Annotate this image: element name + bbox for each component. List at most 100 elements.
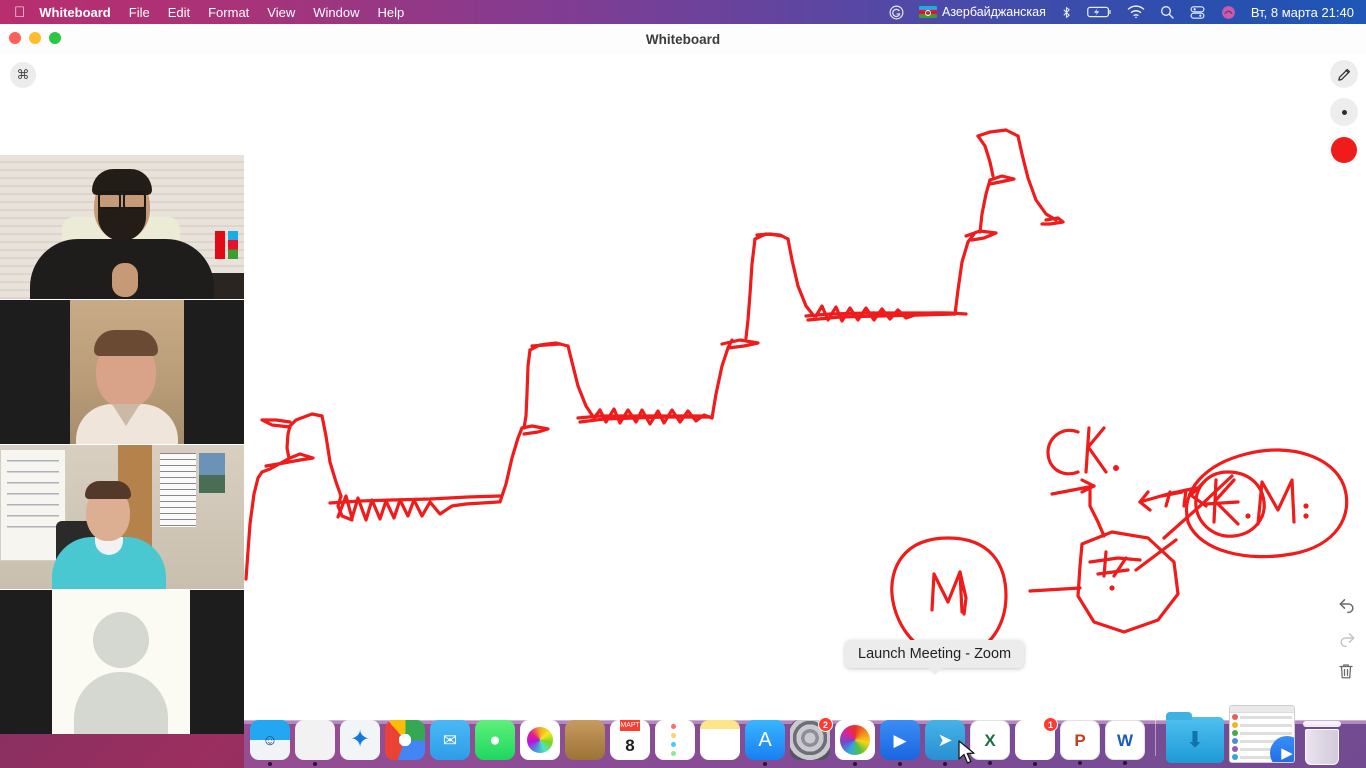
dock-item-trash[interactable] bbox=[1300, 717, 1344, 765]
dock-item-unknown-brown-app[interactable] bbox=[565, 720, 605, 760]
trash-can-icon bbox=[1305, 729, 1339, 765]
menu-item-whiteboard[interactable]: Whiteboard bbox=[39, 5, 111, 20]
redo-icon[interactable] bbox=[1337, 628, 1357, 648]
participant-1-hand bbox=[112, 263, 138, 297]
dock-item-microsoft-office[interactable]: 1 bbox=[1015, 717, 1058, 760]
dock-item-safari[interactable]: ✦ bbox=[340, 720, 380, 760]
dock-item-powerpoint[interactable]: P bbox=[1060, 720, 1100, 760]
dock-item-calendar[interactable]: МАРТ 8 bbox=[610, 720, 650, 760]
word-icon: W bbox=[1116, 730, 1134, 750]
thumb-row bbox=[1230, 721, 1294, 729]
dock-item-downloads-folder[interactable]: ⬇ bbox=[1166, 712, 1224, 763]
pen-tool-icon[interactable] bbox=[1330, 60, 1358, 88]
color-swatch[interactable] bbox=[1330, 136, 1358, 164]
dock-item-podcasts[interactable]: 2 bbox=[790, 717, 833, 760]
minimize-window-button[interactable] bbox=[29, 32, 41, 44]
close-window-button[interactable] bbox=[9, 32, 21, 44]
participant-3-hair bbox=[85, 481, 131, 499]
undo-icon[interactable] bbox=[1337, 594, 1357, 614]
safari-icon: ✦ bbox=[349, 726, 371, 753]
dock-item-finder[interactable]: ☺ bbox=[250, 720, 290, 760]
participant-tile-4[interactable] bbox=[0, 590, 244, 734]
bluetooth-icon[interactable] bbox=[1060, 4, 1073, 21]
dock-item-window-thumbnail[interactable]: ▶ bbox=[1229, 705, 1295, 763]
window-title: Whiteboard bbox=[645, 31, 721, 47]
trash-lid bbox=[1303, 721, 1341, 727]
participant-tile-1[interactable] bbox=[0, 155, 244, 299]
battery-charging-icon[interactable] bbox=[1087, 5, 1113, 19]
participant-3-wall-photo bbox=[199, 453, 225, 493]
menu-item-help[interactable]: Help bbox=[377, 5, 404, 20]
mail-icon: ✉ bbox=[442, 730, 458, 750]
wifi-icon[interactable] bbox=[1127, 5, 1145, 19]
macos-menubar[interactable]:  Whiteboard File Edit Format View Windo… bbox=[0, 0, 1366, 24]
menu-item-edit[interactable]: Edit bbox=[168, 5, 190, 20]
menu-item-view[interactable]: View bbox=[267, 5, 295, 20]
thumb-row bbox=[1230, 713, 1294, 721]
thumb-titlebar bbox=[1230, 706, 1294, 713]
participant-2-video bbox=[70, 300, 184, 444]
participant-4-avatar-placeholder bbox=[52, 590, 190, 734]
control-center-icon[interactable] bbox=[1189, 4, 1206, 21]
messages-icon: ● bbox=[489, 729, 501, 751]
dock-item-app-store[interactable]: A bbox=[745, 720, 785, 760]
photos-icon bbox=[527, 727, 553, 753]
dock-item-color-wheel-app[interactable] bbox=[835, 720, 875, 760]
siri-icon[interactable] bbox=[1220, 4, 1237, 21]
dock-item-zoom[interactable]: ▶ bbox=[880, 720, 920, 760]
telegram-icon: ➤ bbox=[937, 730, 953, 750]
powerpoint-icon: P bbox=[1074, 730, 1086, 750]
dock-item-reminders[interactable] bbox=[655, 720, 695, 760]
traffic-lights[interactable] bbox=[9, 32, 61, 44]
excel-icon: X bbox=[984, 730, 996, 750]
dock-item-chrome[interactable] bbox=[385, 720, 425, 760]
menubar-clock[interactable]: Вт, 8 марта 21:40 bbox=[1251, 5, 1354, 20]
participant-tile-2[interactable] bbox=[0, 300, 244, 444]
dock[interactable]: ☺ ✦ ✉ ● МАРТ 8 A 2 ▶ ➤ X 1 P W ⬇ ▶ bbox=[244, 705, 1366, 768]
avatar-body bbox=[74, 672, 168, 734]
window-titlebar: Whiteboard bbox=[0, 24, 1366, 54]
input-source-label: Азербайджанская bbox=[942, 5, 1046, 19]
participant-3-wall-papers bbox=[160, 453, 196, 527]
dock-item-telegram[interactable]: ➤ bbox=[925, 720, 965, 760]
calendar-month-label: МАРТ bbox=[620, 720, 640, 731]
reminder-row bbox=[671, 724, 679, 729]
drawing-tool-rail[interactable] bbox=[1330, 60, 1358, 164]
input-source-indicator[interactable]: Азербайджанская bbox=[919, 5, 1046, 19]
canvas-action-rail[interactable] bbox=[1337, 594, 1357, 682]
participant-tile-3[interactable] bbox=[0, 445, 244, 589]
reminder-row bbox=[671, 742, 679, 747]
color-wheel-icon bbox=[840, 725, 870, 755]
dock-item-excel[interactable]: X bbox=[970, 720, 1010, 760]
grammarly-icon[interactable] bbox=[888, 4, 905, 21]
zoom-video-icon: ▶ bbox=[893, 730, 907, 750]
calendar-day-label: 8 bbox=[625, 735, 635, 755]
podcasts-badge: 2 bbox=[818, 717, 833, 732]
dock-item-photos[interactable] bbox=[520, 720, 560, 760]
menu-item-window[interactable]: Window bbox=[313, 5, 359, 20]
maximize-window-button[interactable] bbox=[49, 32, 61, 44]
app-store-icon: A bbox=[758, 729, 772, 751]
apple-logo-icon[interactable]:  bbox=[14, 5, 25, 20]
dock-item-word[interactable]: W bbox=[1105, 720, 1145, 760]
menu-item-format[interactable]: Format bbox=[208, 5, 249, 20]
download-arrow-icon: ⬇ bbox=[1185, 727, 1205, 752]
dock-item-messages[interactable]: ● bbox=[475, 720, 515, 760]
office-badge: 1 bbox=[1043, 717, 1058, 732]
participant-1-flags bbox=[215, 231, 238, 259]
menu-item-file[interactable]: File bbox=[129, 5, 150, 20]
stroke-size-icon[interactable] bbox=[1330, 98, 1358, 126]
dock-item-launchpad[interactable] bbox=[295, 720, 335, 760]
finder-icon: ☺ bbox=[262, 731, 278, 749]
spotlight-search-icon[interactable] bbox=[1159, 4, 1175, 20]
screen: маркетинг план удалось посмотреть чек Wh… bbox=[0, 0, 1366, 768]
reminder-row bbox=[671, 751, 679, 756]
trash-icon[interactable] bbox=[1337, 662, 1357, 682]
azerbaijan-flag-icon bbox=[919, 6, 937, 18]
dock-item-mail[interactable]: ✉ bbox=[430, 720, 470, 760]
command-key-button[interactable]: ⌘ bbox=[10, 62, 36, 88]
dock-item-notes[interactable] bbox=[700, 720, 740, 760]
dock-separator bbox=[1155, 720, 1156, 756]
participant-filmstrip[interactable] bbox=[0, 155, 244, 734]
participant-1-glasses bbox=[98, 191, 146, 209]
